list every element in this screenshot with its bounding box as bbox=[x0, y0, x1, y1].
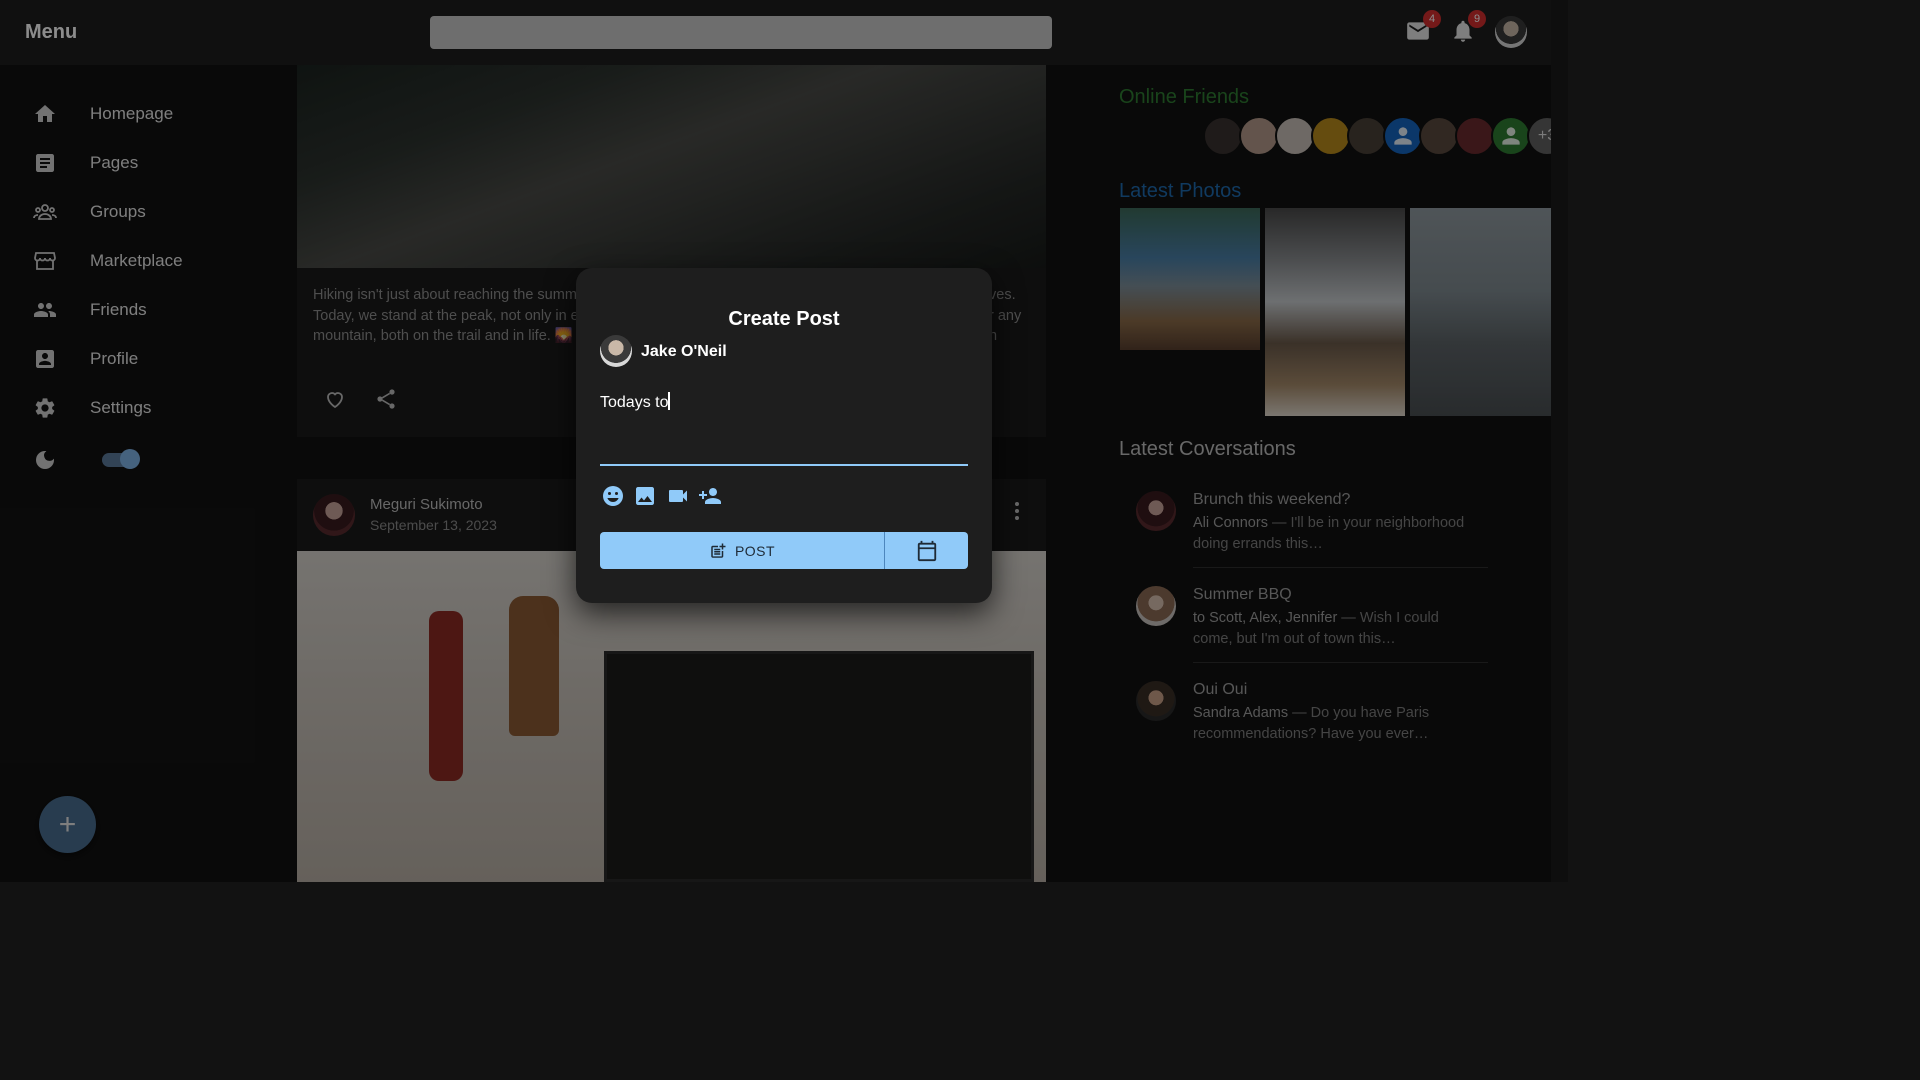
post-text-value: Todays to bbox=[600, 394, 669, 411]
videocam-icon[interactable] bbox=[666, 484, 690, 508]
image-icon[interactable] bbox=[633, 484, 657, 508]
schedule-button[interactable] bbox=[884, 532, 968, 569]
text-caret bbox=[668, 392, 670, 410]
post-button[interactable]: POST bbox=[600, 532, 884, 569]
calendar-icon bbox=[917, 540, 936, 561]
post-text-field[interactable]: Todays to bbox=[600, 386, 968, 466]
post-author-name: Jake O'Neil bbox=[641, 343, 727, 360]
post-button-label: POST bbox=[734, 542, 776, 559]
avatar bbox=[600, 335, 632, 367]
post-add-icon bbox=[711, 543, 726, 558]
emoji-icon[interactable] bbox=[601, 484, 625, 508]
dialog-title: Create Post bbox=[728, 308, 840, 330]
create-post-dialog: Create Post Jake O'Neil Todays to POST bbox=[576, 268, 992, 603]
person-add-icon[interactable] bbox=[698, 484, 722, 508]
